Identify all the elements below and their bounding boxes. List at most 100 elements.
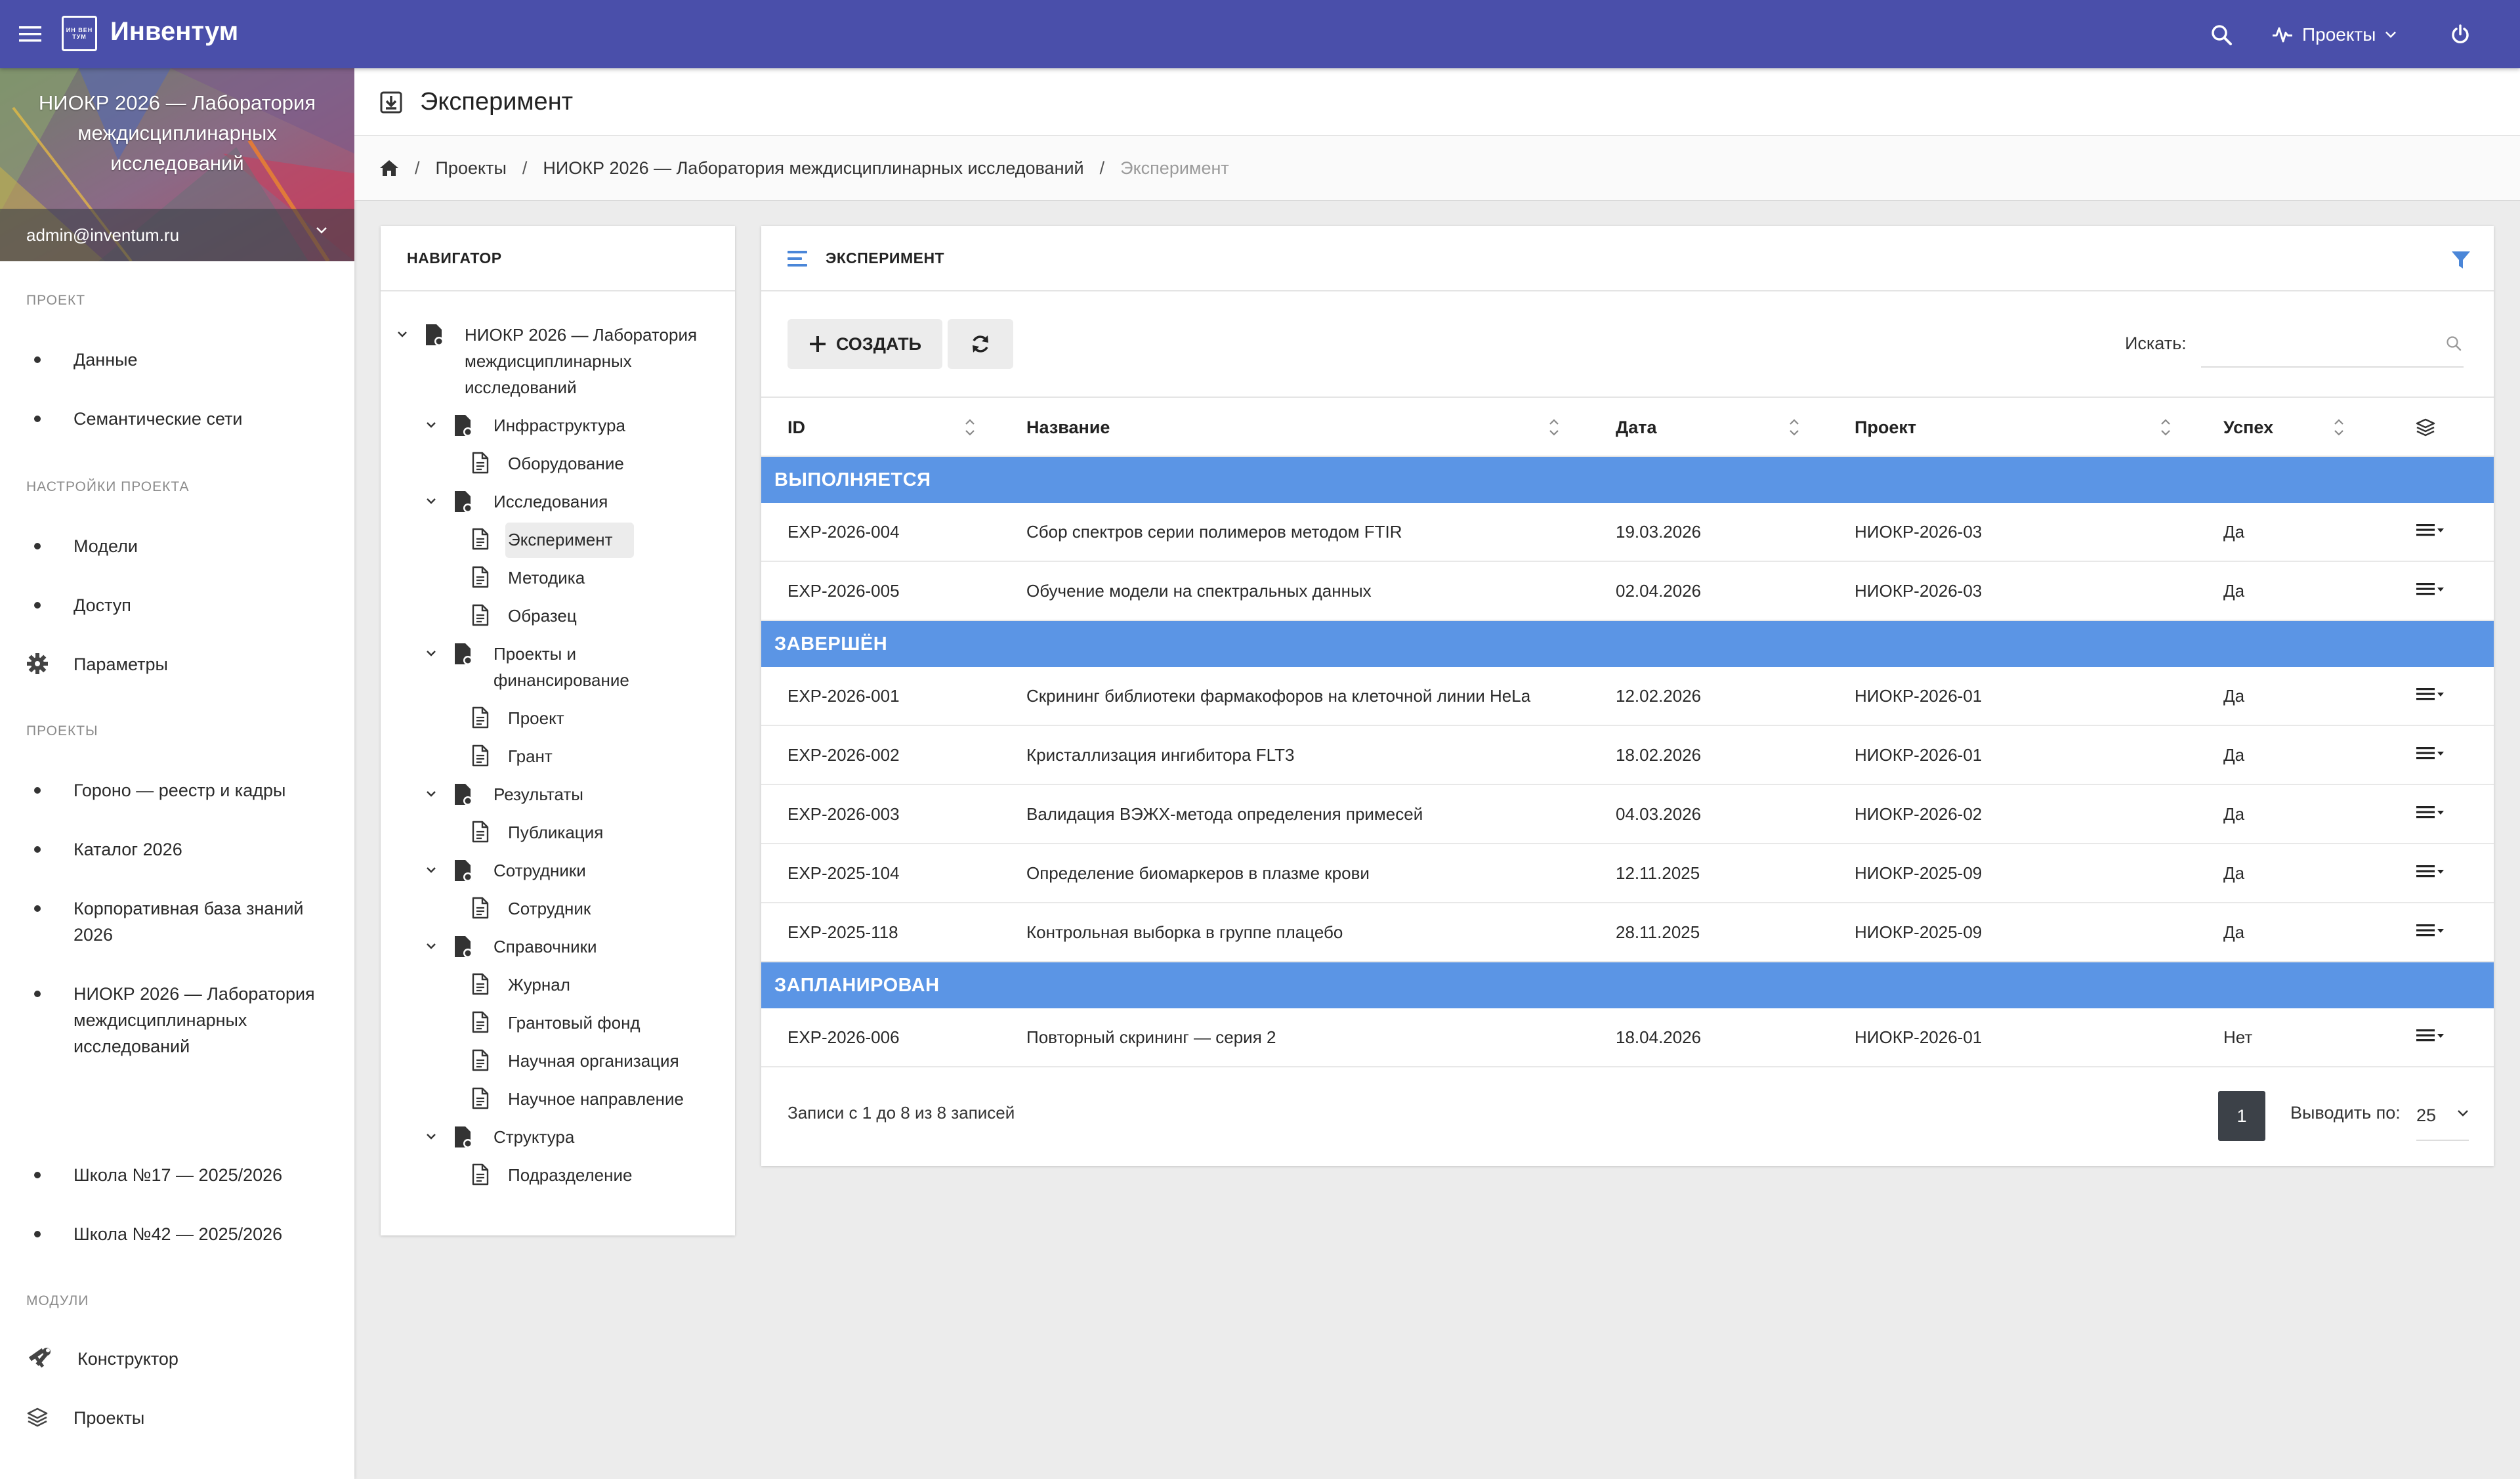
table-cell: 02.04.2026 <box>1616 580 1702 601</box>
document-icon <box>471 604 490 626</box>
column-header-label: Успех <box>2223 417 2274 437</box>
search-icon[interactable] <box>2206 20 2236 50</box>
row-actions-menu-icon[interactable] <box>2415 579 2452 603</box>
user-menu[interactable]: admin@inventum.ru <box>0 209 354 261</box>
table-row[interactable]: EXP-2026-002 Кристаллизация ингибитора FL… <box>761 726 2494 785</box>
pagination-page-button[interactable]: 1 <box>2218 1091 2265 1141</box>
tree-node-label: Подразделение <box>508 1165 633 1185</box>
row-actions-menu-icon[interactable] <box>2415 802 2452 826</box>
app-brand[interactable]: Инвентум <box>110 17 238 47</box>
bullet-icon <box>34 543 41 549</box>
table-row[interactable]: EXP-2025-104 Определение биомаркеров в пл… <box>761 844 2494 903</box>
layers-icon <box>26 1406 50 1430</box>
table-cell: Повторный скрининг — серия 2 <box>1026 1027 1276 1047</box>
row-actions-menu-icon[interactable] <box>2415 861 2452 885</box>
chevron-down-icon[interactable] <box>424 646 440 662</box>
column-visibility-button[interactable] <box>2415 398 2468 457</box>
tree-node-label: Эксперимент <box>508 530 613 549</box>
table-cell: НИОКР-2026-01 <box>1855 685 1983 706</box>
search-input[interactable] <box>2201 320 2431 366</box>
activity-icon <box>2272 26 2293 44</box>
column-header-id[interactable]: ID <box>788 398 984 457</box>
chevron-down-icon[interactable] <box>424 939 440 954</box>
row-actions-menu-icon[interactable] <box>2415 920 2452 944</box>
breadcrumb-separator: / <box>1099 158 1105 178</box>
table-row[interactable]: EXP-2026-003 Валидация ВЭЖХ-метода опреде… <box>761 785 2494 844</box>
import-box-icon <box>379 91 403 114</box>
chevron-down-icon[interactable] <box>424 863 440 878</box>
folder-document-icon <box>453 490 474 513</box>
table-cell: Нет <box>2223 1027 2253 1047</box>
tree-node-label: Публикация <box>508 823 604 842</box>
refresh-icon <box>970 333 991 354</box>
chevron-down-icon[interactable] <box>424 786 440 802</box>
column-header-success[interactable]: Успех <box>2223 398 2394 457</box>
row-actions-menu-icon[interactable] <box>2415 684 2452 708</box>
breadcrumb-project[interactable]: НИОКР 2026 — Лаборатория междисциплинарн… <box>543 158 1083 179</box>
column-header-date[interactable]: Дата <box>1616 398 1839 457</box>
chevron-down-icon[interactable] <box>424 418 440 433</box>
sidebar-item-label: Конструктор <box>77 1349 178 1369</box>
hamburger-menu-icon[interactable] <box>17 21 43 47</box>
chevron-down-icon[interactable] <box>424 1129 440 1145</box>
row-actions-menu-icon[interactable] <box>2415 1025 2452 1049</box>
gear-icon <box>26 653 50 676</box>
chevron-down-icon <box>2457 1109 2469 1117</box>
row-actions-menu-icon[interactable] <box>2415 520 2452 544</box>
chevron-down-icon <box>2385 31 2397 39</box>
page-title: Эксперимент <box>420 88 574 116</box>
breadcrumb-current: Эксперимент <box>1120 158 1229 178</box>
table-row[interactable]: EXP-2026-001 Скрининг библиотеки фармакоф… <box>761 667 2494 726</box>
group-header-row: ВЫПОЛНЯЕТСЯ <box>761 457 2494 503</box>
panel-header: ЭКСПЕРИМЕНТ <box>761 226 2494 291</box>
create-button[interactable]: СОЗДАТЬ <box>788 319 942 369</box>
tree-node-label: Грант <box>508 746 553 766</box>
tree-node-label: Исследования <box>494 492 608 511</box>
tree-node-label: Журнал <box>508 975 570 995</box>
breadcrumb-projects[interactable]: Проекты <box>436 158 507 179</box>
sidebar-project-title: НИОКР 2026 — Лаборатория междисциплинарн… <box>38 91 316 175</box>
projects-dropdown[interactable]: Проекты <box>2272 20 2397 50</box>
table-cell: 12.02.2026 <box>1616 685 1702 706</box>
table-row[interactable]: EXP-2026-005 Обучение модели на спектраль… <box>761 562 2494 621</box>
user-email: admin@inventum.ru <box>26 225 180 245</box>
table-row[interactable]: EXP-2026-006 Повторный скрининг — серия 2… <box>761 1008 2494 1067</box>
sidebar: НИОКР 2026 — Лаборатория междисциплинарн… <box>0 68 354 1479</box>
tree-node-label: Результаты <box>494 784 583 804</box>
row-actions-menu-icon[interactable] <box>2415 743 2452 767</box>
table-cell: 18.04.2026 <box>1616 1027 1702 1047</box>
tools-icon <box>26 1347 51 1371</box>
filter-icon[interactable] <box>2446 246 2475 274</box>
column-header-label: Дата <box>1616 417 1657 437</box>
table-cell: EXP-2026-003 <box>788 804 900 824</box>
chevron-down-icon[interactable] <box>395 327 411 343</box>
sidebar-item-label: Корпоративная база знаний 2026 <box>74 899 304 945</box>
document-icon <box>471 1049 490 1071</box>
top-bar: ИН ВЕН ТУМ Инвентум Проекты <box>0 0 2520 68</box>
table-row[interactable]: EXP-2025-118 Контрольная выборка в группе… <box>761 903 2494 962</box>
document-icon <box>471 744 490 767</box>
list-icon <box>788 249 807 268</box>
bullet-icon <box>34 356 41 363</box>
bullet-icon <box>34 416 41 422</box>
folder-document-icon <box>453 935 474 958</box>
sidebar-item-label: Параметры <box>74 654 168 674</box>
table-cell: EXP-2026-001 <box>788 685 900 706</box>
projects-label: Проекты <box>2302 24 2376 45</box>
column-header-name[interactable]: Название <box>1026 398 1578 457</box>
table-cell: 19.03.2026 <box>1616 521 1702 542</box>
chevron-down-icon[interactable] <box>424 494 440 509</box>
folder-document-icon <box>453 642 474 666</box>
table-row[interactable]: EXP-2026-004 Сбор спектров серии полимеро… <box>761 503 2494 562</box>
app-logo[interactable]: ИН ВЕН ТУМ <box>62 16 97 51</box>
refresh-button[interactable] <box>948 319 1013 369</box>
document-icon <box>471 1011 490 1033</box>
search-label: Искать: <box>2125 333 2187 353</box>
column-header-project[interactable]: Проект <box>1855 398 2248 457</box>
search-field <box>2201 320 2464 368</box>
table-cell: Обучение модели на спектральных данных <box>1026 580 1372 601</box>
home-icon[interactable] <box>379 159 399 177</box>
per-page-select[interactable]: 25 <box>2416 1091 2469 1141</box>
power-icon[interactable] <box>2445 20 2475 50</box>
sidebar-item-label: Школа №42 — 2025/2026 <box>74 1224 283 1244</box>
